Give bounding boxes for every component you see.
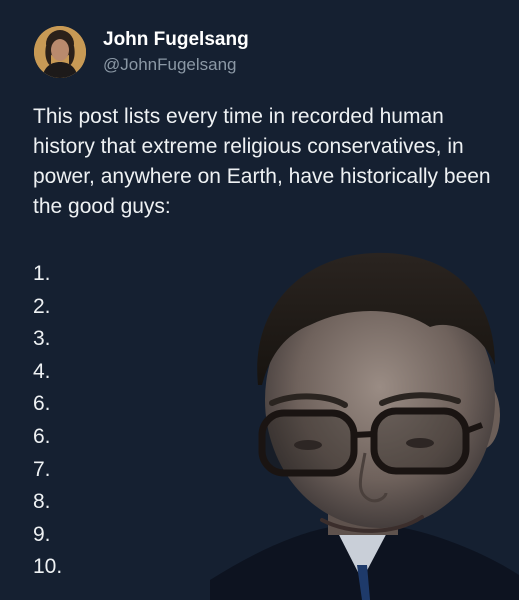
post-card: John Fugelsang @JohnFugelsang This post …: [0, 0, 519, 600]
author-handle[interactable]: @JohnFugelsang: [103, 53, 249, 77]
avatar[interactable]: [34, 26, 86, 78]
list-item: 7.: [33, 457, 51, 481]
list-item: 6.: [33, 392, 51, 416]
list-item: 3.: [33, 327, 51, 351]
list-item: 8.: [33, 490, 51, 514]
post-header: John Fugelsang @JohnFugelsang: [34, 26, 249, 78]
man-portrait-photo: [210, 252, 519, 600]
numbered-list: 1. 2. 3. 4. 6. 6. 7. 8. 9. 10.: [33, 258, 62, 584]
list-item: 2.: [33, 294, 51, 318]
list-item: 9.: [33, 522, 51, 546]
author-display-name[interactable]: John Fugelsang: [103, 28, 249, 52]
post-body-text: This post lists every time in recorded h…: [33, 105, 491, 218]
list-item: 10.: [33, 555, 63, 579]
avatar-image: [34, 26, 86, 78]
list-item: 1.: [33, 262, 51, 285]
author-names: John Fugelsang @JohnFugelsang: [103, 28, 249, 77]
list-item: 4.: [33, 359, 51, 383]
list-item: 6.: [33, 424, 51, 448]
